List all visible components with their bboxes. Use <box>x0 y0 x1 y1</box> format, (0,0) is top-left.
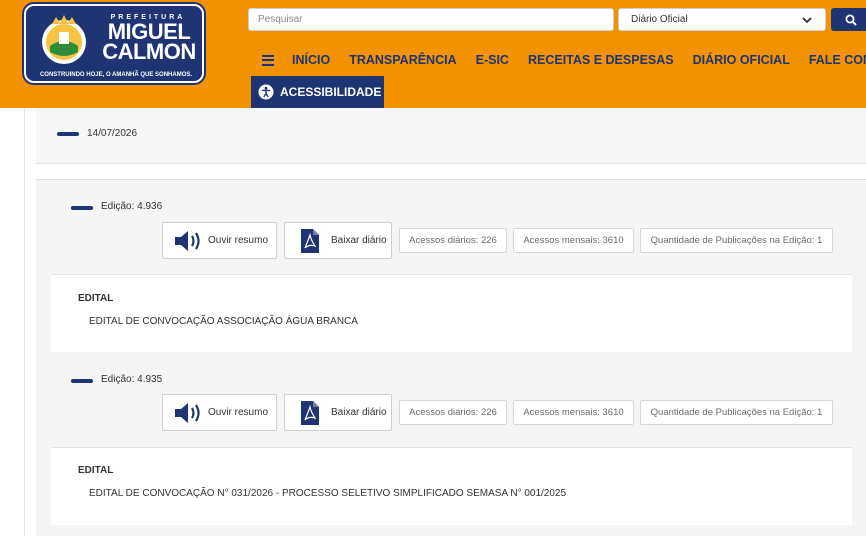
date-group-header[interactable] <box>36 108 866 164</box>
search-icon <box>845 14 857 26</box>
download-diary-button[interactable]: Baixar diário <box>284 222 392 259</box>
monthly-access-badge: Acessos mensais: 3610 <box>513 400 634 425</box>
accessibility-button[interactable]: ACESSIBILIDADE <box>251 76 384 108</box>
date-label: 14/07/2026 <box>87 128 138 139</box>
main-nav: INÍCIO TRANSPARÊNCIA E-SIC RECEITAS E DE… <box>262 53 866 67</box>
listen-summary-button[interactable]: Ouvir resumo <box>162 222 277 259</box>
pdf-icon <box>301 228 319 253</box>
logo-city-name: MIGUEL CALMON <box>94 21 202 64</box>
nav-item-receitas-despesas[interactable]: RECEITAS E DESPESAS <box>528 53 674 67</box>
nav-item-esic[interactable]: E-SIC <box>476 53 509 67</box>
nav-item-diario-oficial[interactable]: DIÁRIO OFICIAL <box>693 53 790 67</box>
daily-access-badge: Acessos diários: 226 <box>399 400 507 425</box>
speaker-icon <box>175 402 200 423</box>
nav-item-transparencia[interactable]: TRANSPARÊNCIA <box>349 53 456 67</box>
logo-name-line2: CALMON <box>102 39 196 64</box>
section-select-value: Diário Oficial <box>631 14 688 25</box>
daily-access-badge: Acessos diários: 226 <box>399 228 507 253</box>
publication-count-badge: Quantidade de Publicações na Edição: 1 <box>640 228 833 253</box>
listen-summary-label: Ouvir resumo <box>208 235 269 246</box>
publication-title[interactable]: EDITAL DE CONVOCAÇÃO N° 031/2026 - PROCE… <box>89 488 566 499</box>
publication-item[interactable]: EDITAL EDITAL DE CONVOCAÇÃO ASSOCIAÇÃO Á… <box>51 274 852 352</box>
nav-item-fale-conosco[interactable]: FALE CONOSCO <box>809 53 866 67</box>
listen-summary-label: Ouvir resumo <box>208 407 269 418</box>
edition-label: Edição: 4.935 <box>101 374 163 385</box>
edition-label: Edição: 4.936 <box>101 201 163 212</box>
content-left-border <box>24 108 25 536</box>
search-input[interactable] <box>248 8 614 31</box>
publication-count-badge: Quantidade de Publicações na Edição: 1 <box>640 400 833 425</box>
collapse-dash-icon[interactable] <box>71 206 93 210</box>
download-diary-button[interactable]: Baixar diário <box>284 394 392 431</box>
speaker-icon <box>175 230 200 251</box>
search-button[interactable] <box>831 8 866 31</box>
collapse-dash-icon[interactable] <box>57 132 79 136</box>
publication-category: EDITAL <box>78 465 114 476</box>
nav-item-inicio[interactable]: INÍCIO <box>292 53 330 67</box>
logo-slogan: CONSTRUINDO HOJE, O AMANHÃ QUE SONHAMOS. <box>39 72 193 78</box>
accessibility-icon <box>258 84 274 100</box>
hamburger-icon[interactable] <box>262 54 274 66</box>
site-logo[interactable]: PREFEITURA MIGUEL CALMON CONSTRUINDO HOJ… <box>24 4 204 83</box>
chevron-down-icon <box>802 16 812 23</box>
collapse-dash-icon[interactable] <box>71 379 93 383</box>
publication-category: EDITAL <box>78 293 114 304</box>
section-select[interactable]: Diário Oficial <box>618 8 826 31</box>
publication-item[interactable]: EDITAL EDITAL DE CONVOCAÇÃO N° 031/2026 … <box>51 447 852 525</box>
accessibility-label: ACESSIBILIDADE <box>280 85 382 99</box>
city-seal-icon <box>42 15 86 64</box>
site-header: PREFEITURA MIGUEL CALMON CONSTRUINDO HOJ… <box>0 0 866 108</box>
download-diary-label: Baixar diário <box>331 407 387 418</box>
listen-summary-button[interactable]: Ouvir resumo <box>162 394 277 431</box>
download-diary-label: Baixar diário <box>331 235 387 246</box>
publication-title[interactable]: EDITAL DE CONVOCAÇÃO ASSOCIAÇÃO ÁGUA BRA… <box>89 316 358 327</box>
monthly-access-badge: Acessos mensais: 3610 <box>513 228 634 253</box>
pdf-icon <box>301 400 319 425</box>
